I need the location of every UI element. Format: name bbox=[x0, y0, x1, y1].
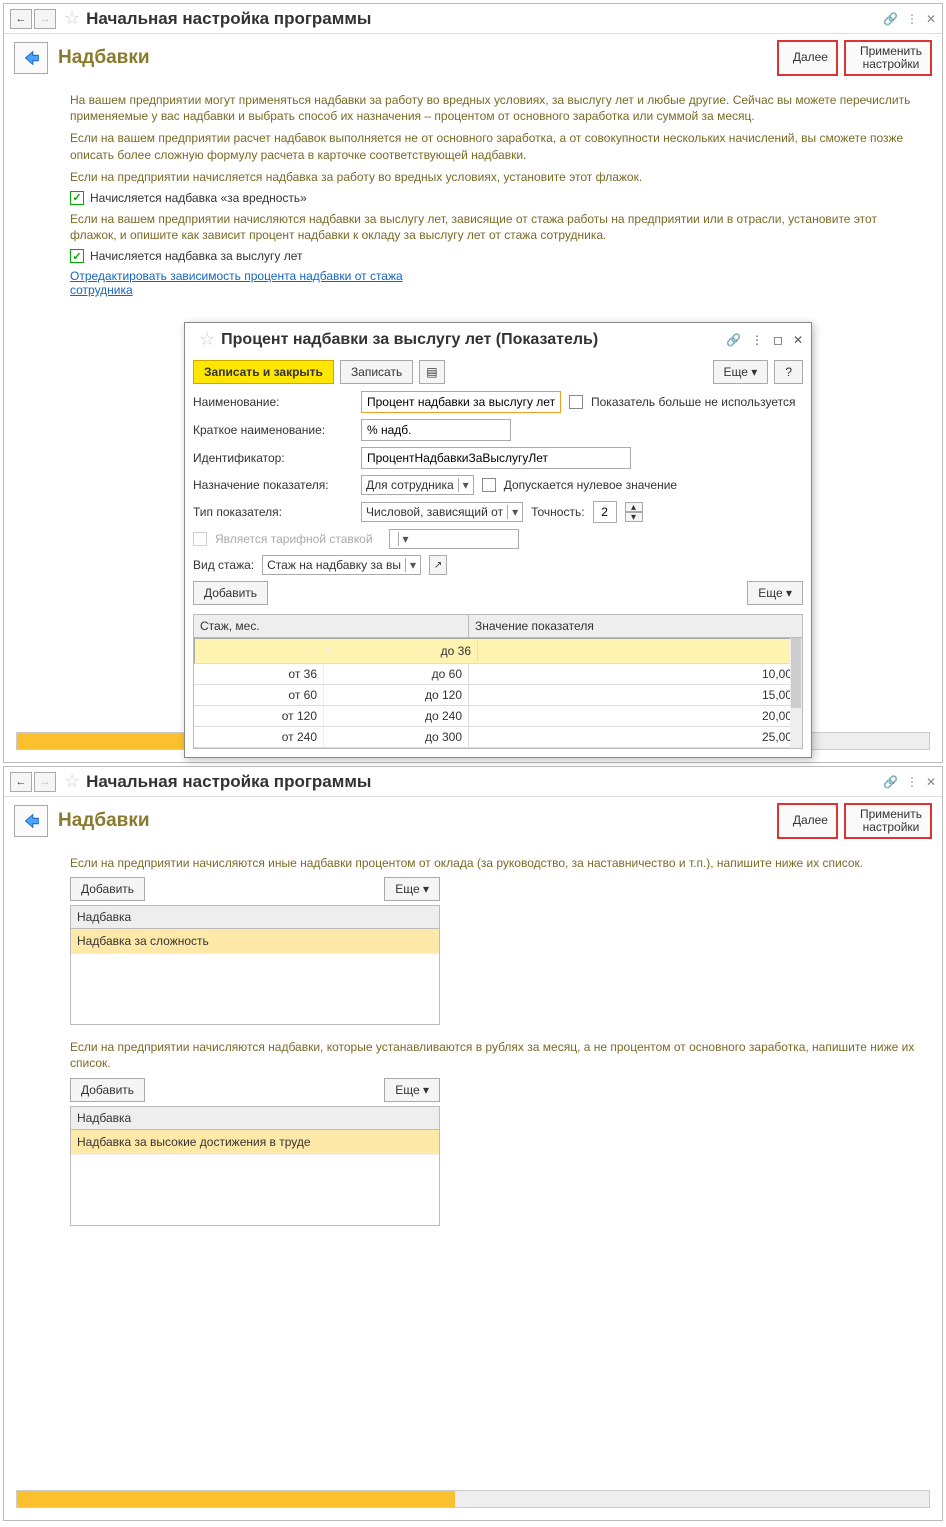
modal-title: Процент надбавки за выслугу лет (Показат… bbox=[221, 331, 598, 349]
indicator-modal: ☆ Процент надбавки за выслугу лет (Показ… bbox=[184, 322, 812, 758]
precision-label: Точность: bbox=[531, 505, 584, 519]
percent-prompt: Если на предприятии начисляются иные над… bbox=[70, 855, 926, 871]
col-value: Значение показателя bbox=[469, 615, 802, 637]
next-button[interactable]: Далее bbox=[777, 803, 838, 839]
table-row[interactable]: от 240до 30025,00 bbox=[194, 727, 802, 748]
intro-text-2: Если на вашем предприятии расчет надбаво… bbox=[70, 130, 926, 162]
seniority-select[interactable]: Стаж на надбавку за вы▾ bbox=[262, 555, 421, 575]
type-select[interactable]: Числовой, зависящий от▾ bbox=[361, 502, 523, 522]
help-button[interactable]: ? bbox=[774, 360, 803, 384]
short-label: Краткое наименование: bbox=[193, 423, 353, 437]
grid2-more-button[interactable]: Еще ▾ bbox=[384, 1078, 440, 1102]
section-title: Надбавки bbox=[58, 47, 150, 69]
seniority-checkbox-label: Начисляется надбавка за выслугу лет bbox=[90, 249, 302, 263]
nav-back-button[interactable]: ← bbox=[10, 772, 32, 792]
precision-up[interactable]: ▴ bbox=[625, 502, 643, 512]
modal-more-button[interactable]: Еще ▾ bbox=[747, 581, 803, 605]
list-view-button[interactable]: ▤ bbox=[419, 360, 444, 384]
table-row[interactable]: до 36 bbox=[194, 638, 802, 664]
table-row[interactable]: от 120до 24020,00 bbox=[194, 706, 802, 727]
seniority-checkbox[interactable]: ✓ bbox=[70, 249, 84, 263]
wizard-back-button[interactable] bbox=[14, 42, 48, 74]
modal-close-icon[interactable]: ✕ bbox=[793, 333, 803, 347]
tariff-select: ▾ bbox=[389, 529, 519, 549]
section-title: Надбавки bbox=[58, 810, 150, 832]
edit-dependency-link[interactable]: Отредактировать зависимость процента над… bbox=[70, 269, 430, 297]
grid1-col-header: Надбавка bbox=[71, 906, 439, 929]
ruble-prompt: Если на предприятии начисляются надбавки… bbox=[70, 1039, 926, 1071]
unused-label: Показатель больше не используется bbox=[591, 395, 796, 409]
apply-settings-button[interactable]: Применить настройки bbox=[844, 803, 932, 839]
nav-forward-button[interactable]: → bbox=[34, 772, 56, 792]
grid2-col-header: Надбавка bbox=[71, 1107, 439, 1130]
next-button[interactable]: Далее bbox=[777, 40, 838, 76]
modal-star-icon[interactable]: ☆ bbox=[199, 329, 215, 350]
link-icon[interactable]: 🔗 bbox=[883, 775, 898, 789]
wizard-progress-bar bbox=[17, 1491, 455, 1507]
grid1-row[interactable]: Надбавка за сложность bbox=[71, 929, 439, 954]
id-label: Идентификатор: bbox=[193, 451, 353, 465]
seniority-label: Вид стажа: bbox=[193, 558, 254, 572]
seniority-prompt: Если на вашем предприятии начисляются на… bbox=[70, 211, 926, 243]
zero-checkbox[interactable]: ✓ bbox=[482, 478, 496, 492]
nav-forward-button[interactable]: → bbox=[34, 9, 56, 29]
wizard-back-button[interactable] bbox=[14, 805, 48, 837]
precision-down[interactable]: ▾ bbox=[625, 512, 643, 522]
nav-back-button[interactable]: ← bbox=[10, 9, 32, 29]
table-row[interactable]: от 36до 6010,00 bbox=[194, 664, 802, 685]
more-button[interactable]: Еще ▾ bbox=[713, 360, 769, 384]
unused-checkbox[interactable]: ✓ bbox=[569, 395, 583, 409]
harm-checkbox[interactable]: ✓ bbox=[70, 191, 84, 205]
modal-kebab-icon[interactable]: ⋮ bbox=[751, 333, 763, 347]
grid1-empty bbox=[71, 954, 439, 1024]
grid2-add-button[interactable]: Добавить bbox=[70, 1078, 145, 1102]
apply-label: Применить настройки bbox=[860, 808, 922, 834]
save-button[interactable]: Записать bbox=[340, 360, 413, 384]
apply-settings-button[interactable]: Применить настройки bbox=[844, 40, 932, 76]
name-label: Наименование: bbox=[193, 395, 353, 409]
modal-link-icon[interactable]: 🔗 bbox=[726, 333, 741, 347]
name-input[interactable] bbox=[361, 391, 561, 413]
purpose-select[interactable]: Для сотрудника▾ bbox=[361, 475, 474, 495]
grid1-add-button[interactable]: Добавить bbox=[70, 877, 145, 901]
harm-checkbox-label: Начисляется надбавка «за вредность» bbox=[90, 191, 307, 205]
favorite-star-icon[interactable]: ☆ bbox=[64, 8, 80, 29]
kebab-icon[interactable]: ⋮ bbox=[906, 12, 918, 26]
tariff-label: Является тарифной ставкой bbox=[215, 532, 373, 546]
page-title: Начальная настройка программы bbox=[86, 772, 371, 792]
col-seniority: Стаж, мес. bbox=[194, 615, 469, 637]
apply-label: Применить настройки bbox=[860, 45, 922, 71]
grid2-empty bbox=[71, 1155, 439, 1225]
table-scrollbar[interactable] bbox=[790, 638, 802, 748]
seniority-open-button[interactable]: ↗ bbox=[429, 555, 447, 575]
type-label: Тип показателя: bbox=[193, 505, 353, 519]
purpose-label: Назначение показателя: bbox=[193, 478, 353, 492]
intro-text-1: На вашем предприятии могут применяться н… bbox=[70, 92, 926, 124]
grid1-more-button[interactable]: Еще ▾ bbox=[384, 877, 440, 901]
harm-prompt: Если на предприятии начисляется надбавка… bbox=[70, 169, 926, 185]
close-icon[interactable]: ✕ bbox=[926, 775, 936, 789]
link-icon[interactable]: 🔗 bbox=[883, 12, 898, 26]
close-icon[interactable]: ✕ bbox=[926, 12, 936, 26]
kebab-icon[interactable]: ⋮ bbox=[906, 775, 918, 789]
tariff-checkbox: ✓ bbox=[193, 532, 207, 546]
precision-input[interactable] bbox=[593, 501, 617, 523]
favorite-star-icon[interactable]: ☆ bbox=[64, 771, 80, 792]
grid2-row[interactable]: Надбавка за высокие достижения в труде bbox=[71, 1130, 439, 1155]
id-input[interactable] bbox=[361, 447, 631, 469]
zero-label: Допускается нулевое значение bbox=[504, 478, 677, 492]
modal-add-button[interactable]: Добавить bbox=[193, 581, 268, 605]
modal-maximize-icon[interactable]: ◻ bbox=[773, 333, 783, 347]
table-row[interactable]: от 60до 12015,00 bbox=[194, 685, 802, 706]
save-and-close-button[interactable]: Записать и закрыть bbox=[193, 360, 334, 384]
short-input[interactable] bbox=[361, 419, 511, 441]
page-title: Начальная настройка программы bbox=[86, 9, 371, 29]
